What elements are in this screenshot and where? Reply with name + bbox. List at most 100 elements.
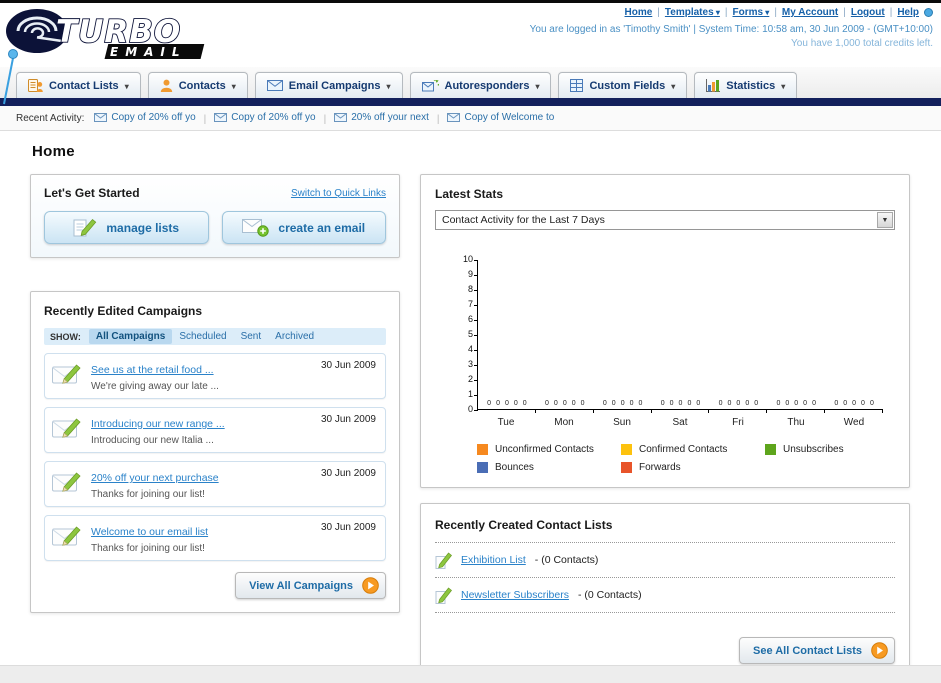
filter-scheduled[interactable]: Scheduled (172, 329, 233, 344)
recent-activity-items: Copy of 20% off yo Copy of 20% off yo 20% … (94, 112, 554, 125)
recent-activity-item[interactable]: Copy of Welcome to (447, 112, 554, 123)
link-separator (720, 7, 733, 18)
y-axis-tick (474, 320, 478, 321)
filter-archived[interactable]: Archived (268, 329, 321, 344)
y-axis-tick (474, 290, 478, 291)
nav-tab-custom-fields[interactable]: Custom Fields (558, 72, 688, 98)
contact-list-link[interactable]: Exhibition List (461, 554, 526, 566)
nav-tab-statistics[interactable]: Statistics (694, 72, 798, 98)
top-link-help[interactable]: Help (897, 7, 919, 18)
contact-list-link[interactable]: Newsletter Subscribers (461, 589, 569, 601)
campaign-date: 30 Jun 2009 (320, 360, 376, 371)
y-axis-label: 10 (462, 254, 473, 264)
contact-list-row[interactable]: Newsletter Subscribers (0 Contacts) (435, 578, 895, 613)
campaign-title-link[interactable]: See us at the retail food ... (91, 364, 214, 376)
bar-value-label: 0 (803, 400, 808, 407)
recent-activity-link[interactable]: Copy of 20% off yo (231, 112, 315, 123)
campaigns-panel: Recently Edited Campaigns SHOW: All Camp… (30, 291, 400, 613)
envelope-icon (214, 112, 228, 122)
envelope-icon (94, 112, 108, 122)
campaign-list: See us at the retail food ... We're givin… (44, 353, 386, 561)
chevron-down-icon (535, 80, 539, 92)
recent-activity-item[interactable]: Copy of 20% off yo (214, 112, 316, 123)
bar-value-labels: 00000 (825, 400, 883, 407)
recent-activity-label: Recent Activity: (16, 112, 85, 124)
recent-activity-item[interactable]: 20% off your next (334, 112, 429, 123)
switch-quick-links-link[interactable]: Switch to Quick Links (291, 188, 386, 199)
top-link-logout[interactable]: Logout (851, 7, 885, 18)
y-axis-tick (474, 395, 478, 396)
bar-value-label: 0 (776, 400, 781, 407)
bar-value-label: 0 (496, 400, 500, 407)
chevron-down-icon (877, 212, 893, 228)
bar-value-label: 0 (736, 400, 741, 407)
nav-tab-email-campaigns[interactable]: Email Campaigns (254, 72, 403, 98)
bar-value-label: 0 (696, 400, 701, 407)
chart-bar-group: 00000 (825, 260, 883, 413)
nav-tab-label: Autoresponders (444, 79, 530, 92)
contact-list-count: (0 Contacts) (578, 589, 641, 601)
campaign-row[interactable]: See us at the retail food ... We're givin… (44, 353, 386, 399)
campaign-row[interactable]: 20% off your next purchase Thanks for joi… (44, 461, 386, 507)
filter-all-campaigns[interactable]: All Campaigns (88, 329, 173, 344)
view-all-campaigns-button[interactable]: View All Campaigns (235, 572, 386, 599)
campaign-title-link[interactable]: 20% off your next purchase (91, 472, 219, 484)
bar-value-label: 0 (754, 400, 759, 407)
campaign-edit-icon (52, 416, 82, 440)
recent-activity-item[interactable]: Copy of 20% off yo (94, 112, 196, 123)
legend-item: Bounces (477, 462, 621, 473)
top-link-forms[interactable]: Forms (733, 7, 770, 18)
bar-value-label: 0 (794, 400, 799, 407)
top-link-home[interactable]: Home (625, 7, 653, 18)
stats-chart: 00000000000000000000000000000000000 0123… (459, 255, 895, 428)
y-axis-label: 9 (467, 269, 473, 279)
envelope-icon (334, 112, 348, 122)
campaign-title-link[interactable]: Introducing our new range ... (91, 418, 225, 430)
campaign-subtitle: Thanks for joining our list! (91, 543, 205, 554)
top-link-my-account[interactable]: My Account (782, 7, 838, 18)
nav-tab-contacts[interactable]: Contacts (147, 72, 248, 98)
recent-activity-link[interactable]: 20% off your next (351, 112, 429, 123)
recent-activity-link[interactable]: Copy of 20% off yo (111, 112, 195, 123)
bar-value-label: 0 (669, 400, 674, 407)
create-email-icon (242, 218, 270, 237)
campaign-title-link[interactable]: Welcome to our email list (91, 526, 208, 538)
bar-value-label: 0 (620, 400, 625, 407)
bar-value-label: 0 (562, 400, 567, 407)
campaign-subtitle: Thanks for joining our list! (91, 489, 205, 500)
campaign-row[interactable]: Welcome to our email list Thanks for join… (44, 515, 386, 561)
bar-value-label: 0 (487, 400, 492, 407)
legend-swatch (477, 462, 488, 473)
main-content: Home Let's Get Started Switch to Quick L… (0, 131, 941, 678)
campaign-date: 30 Jun 2009 (320, 522, 376, 533)
contact-list-row[interactable]: Exhibition List (0 Contacts) (435, 543, 895, 578)
chevron-down-icon (671, 80, 675, 92)
contacts-icon (160, 79, 173, 92)
x-axis-label: Fri (732, 417, 744, 428)
filter-sent[interactable]: Sent (234, 329, 269, 344)
recent-activity-link[interactable]: Copy of Welcome to (464, 112, 554, 123)
get-started-title: Let's Get Started (44, 186, 140, 200)
notification-dot (924, 7, 933, 17)
campaign-filter-bar: SHOW: All Campaigns Scheduled Sent Archived (44, 328, 386, 345)
campaign-info: 20% off your next purchase Thanks for joi… (91, 468, 312, 500)
campaigns-title: Recently Edited Campaigns (44, 304, 203, 318)
manage-lists-button[interactable]: manage lists (44, 211, 209, 244)
see-all-contact-lists-button[interactable]: See All Contact Lists (738, 637, 895, 664)
campaign-info: Introducing our new range ... Introducing… (91, 414, 312, 446)
bar-value-labels: 00000 (652, 400, 710, 407)
top-link-templates[interactable]: Templates (665, 7, 720, 18)
bar-value-label: 0 (812, 400, 816, 407)
chart-bar-group: 00000 (536, 260, 594, 413)
nav-tab-contact-lists[interactable]: Contact Lists (16, 72, 141, 98)
create-an-email-button[interactable]: create an email (221, 211, 386, 244)
item-separator (196, 114, 215, 125)
nav-tab-autoresponders[interactable]: Autoresponders (409, 72, 552, 98)
y-axis-tick (474, 365, 478, 366)
bar-value-label: 0 (513, 400, 518, 407)
campaign-row[interactable]: Introducing our new range ... Introducing… (44, 407, 386, 453)
stats-period-select[interactable]: Contact Activity for the Last 7 Days (435, 210, 895, 230)
y-axis-label: 2 (467, 374, 473, 384)
bar-value-label: 0 (834, 400, 839, 407)
link-separator (838, 7, 851, 18)
